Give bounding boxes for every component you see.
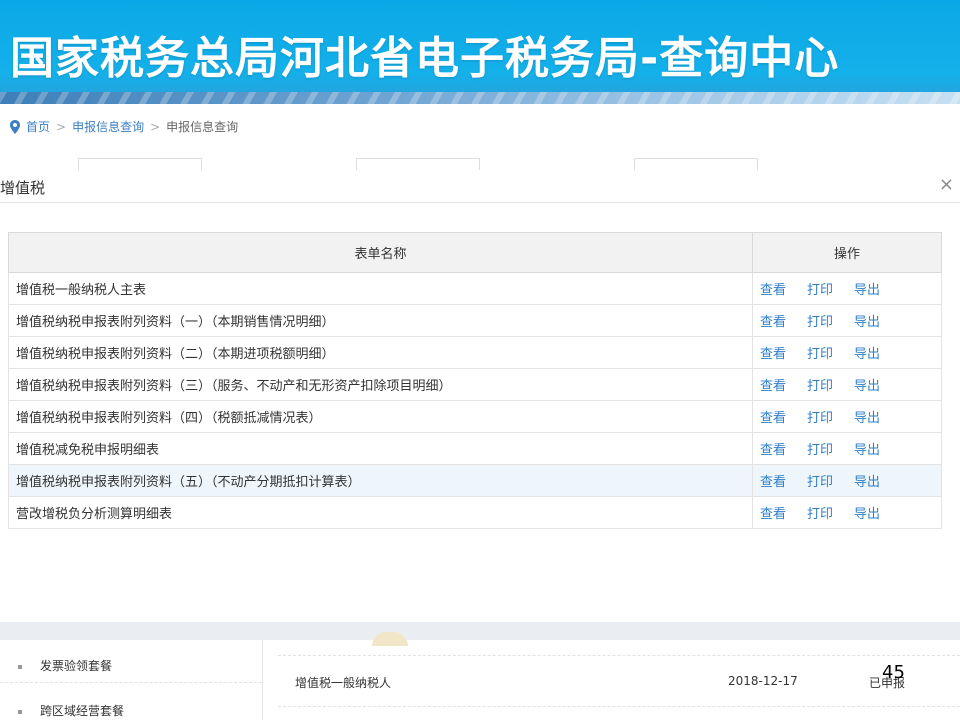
view-link[interactable]: 查看 — [760, 379, 786, 394]
view-link[interactable]: 查看 — [760, 347, 786, 362]
menu-divider — [0, 682, 262, 683]
left-menu: 发票验领套餐 跨区域经营套餐 — [0, 640, 263, 720]
menu-item-label: 跨区域经营套餐 — [40, 704, 125, 718]
export-link[interactable]: 导出 — [854, 347, 880, 362]
record-date: 2018-12-17 — [728, 674, 798, 688]
table-row: 增值税纳税申报表附列资料（二）（本期进项税额明细） 查看 打印 导出 — [8, 336, 942, 369]
export-link[interactable]: 导出 — [854, 443, 880, 458]
dialog-header: 增值税 × — [0, 170, 960, 203]
table-row: 增值税纳税申报表附列资料（三）（服务、不动产和无形资产扣除项目明细） 查看 打印 导… — [8, 368, 942, 401]
export-link[interactable]: 导出 — [854, 475, 880, 490]
breadcrumb-separator: > — [150, 119, 161, 134]
breadcrumb: 首页 > 申报信息查询 > 申报信息查询 — [10, 118, 238, 135]
bullet-icon — [18, 664, 22, 669]
form-name: 营改增税负分析测算明细表 — [8, 496, 753, 529]
table-row: 增值税一般纳税人主表 查看 打印 导出 — [8, 272, 942, 305]
row-actions: 查看 打印 导出 — [752, 368, 942, 401]
slide-page-number: 45 — [882, 662, 905, 683]
view-link[interactable]: 查看 — [760, 443, 786, 458]
dialog-title: 增值税 — [0, 179, 46, 197]
view-link[interactable]: 查看 — [760, 283, 786, 298]
row-actions: 查看 打印 导出 — [752, 272, 942, 305]
row-actions: 查看 打印 导出 — [752, 432, 942, 465]
form-name: 增值税一般纳税人主表 — [8, 272, 753, 305]
breadcrumb-home[interactable]: 首页 — [26, 118, 50, 135]
form-name: 增值税纳税申报表附列资料（二）（本期进项税额明细） — [8, 336, 753, 369]
menu-item-invoice-package[interactable]: 发票验领套餐 — [18, 657, 112, 674]
print-link[interactable]: 打印 — [807, 475, 833, 490]
location-pin-icon — [10, 119, 20, 134]
export-link[interactable]: 导出 — [854, 315, 880, 330]
table-row-highlighted: 增值税纳税申报表附列资料（五）（不动产分期抵扣计算表） 查看 打印 导出 — [8, 464, 942, 497]
table-row: 营改增税负分析测算明细表 查看 打印 导出 — [8, 496, 942, 529]
row-actions: 查看 打印 导出 — [752, 496, 942, 529]
row-actions: 查看 打印 导出 — [752, 464, 942, 497]
breadcrumb-declaration-query[interactable]: 申报信息查询 — [72, 118, 144, 135]
row-actions: 查看 打印 导出 — [752, 336, 942, 369]
form-name: 增值税减免税申报明细表 — [8, 432, 753, 465]
export-link[interactable]: 导出 — [854, 507, 880, 522]
view-link[interactable]: 查看 — [760, 507, 786, 522]
form-name: 增值税纳税申报表附列资料（四）（税额抵减情况表） — [8, 400, 753, 433]
view-link[interactable]: 查看 — [760, 411, 786, 426]
row-actions: 查看 打印 导出 — [752, 304, 942, 337]
decorative-avatar — [372, 632, 408, 646]
column-header-operations: 操作 — [752, 232, 942, 273]
column-header-form-name: 表单名称 — [8, 232, 753, 273]
table-header-row: 表单名称 操作 — [8, 232, 942, 273]
vat-forms-dialog: 增值税 × 表单名称 操作 增值税一般纳税人主表 查看 打印 导出 增值税纳税申报表… — [0, 170, 960, 622]
view-link[interactable]: 查看 — [760, 315, 786, 330]
form-name: 增值税纳税申报表附列资料（五）（不动产分期抵扣计算表） — [8, 464, 753, 497]
table-row: 增值税减免税申报明细表 查看 打印 导出 — [8, 432, 942, 465]
close-icon[interactable]: × — [939, 174, 954, 195]
bullet-icon — [18, 709, 22, 714]
declaration-record-row: 增值税一般纳税人 2018-12-17 已申报 — [278, 655, 960, 707]
print-link[interactable]: 打印 — [807, 379, 833, 394]
view-link[interactable]: 查看 — [760, 475, 786, 490]
breadcrumb-separator: > — [56, 119, 67, 134]
banner-decoration — [0, 92, 960, 104]
page-divider — [0, 622, 960, 640]
print-link[interactable]: 打印 — [807, 315, 833, 330]
form-name: 增值税纳税申报表附列资料（三）（服务、不动产和无形资产扣除项目明细） — [8, 368, 753, 401]
breadcrumb-current: 申报信息查询 — [166, 120, 239, 134]
table-row: 增值税纳税申报表附列资料（四）（税额抵减情况表） 查看 打印 导出 — [8, 400, 942, 433]
row-actions: 查看 打印 导出 — [752, 400, 942, 433]
record-taxpayer-type: 增值税一般纳税人 — [295, 676, 392, 690]
print-link[interactable]: 打印 — [807, 411, 833, 426]
table-row: 增值税纳税申报表附列资料（一）（本期销售情况明细） 查看 打印 导出 — [8, 304, 942, 337]
export-link[interactable]: 导出 — [854, 411, 880, 426]
print-link[interactable]: 打印 — [807, 443, 833, 458]
export-link[interactable]: 导出 — [854, 283, 880, 298]
form-name: 增值税纳税申报表附列资料（一）（本期销售情况明细） — [8, 304, 753, 337]
banner: 国家税务总局河北省电子税务局-查询中心 — [0, 0, 960, 104]
forms-table: 表单名称 操作 增值税一般纳税人主表 查看 打印 导出 增值税纳税申报表附列资料（一… — [8, 232, 942, 529]
menu-item-label: 发票验领套餐 — [40, 659, 113, 673]
banner-title: 国家税务总局河北省电子税务局-查询中心 — [10, 33, 840, 84]
export-link[interactable]: 导出 — [854, 379, 880, 394]
print-link[interactable]: 打印 — [807, 347, 833, 362]
print-link[interactable]: 打印 — [807, 507, 833, 522]
print-link[interactable]: 打印 — [807, 283, 833, 298]
menu-item-cross-region-package[interactable]: 跨区域经营套餐 — [18, 702, 124, 719]
